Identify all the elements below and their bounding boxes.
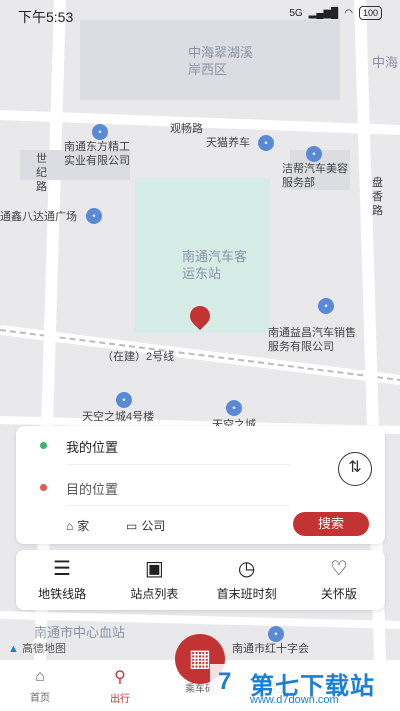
map-label: 南通市中心血站 xyxy=(34,625,126,640)
battery-icon: 100 xyxy=(358,6,382,20)
map-label: 洁帮汽车美容服务部 xyxy=(282,163,348,189)
map-label: 中海 xyxy=(372,55,399,70)
tool-label: 地铁线路 xyxy=(38,586,87,601)
car-pin-icon[interactable]: • xyxy=(318,298,334,314)
route-card: 我的位置 目的位置 ⇅ ⌂ 家 ▭ 公司 搜索 xyxy=(16,426,385,544)
map-label: 天猫养车 xyxy=(206,137,250,149)
home-label: 家 xyxy=(77,519,90,533)
swap-arrows-icon: ⇅ xyxy=(348,459,362,476)
destination-field[interactable]: 目的位置 xyxy=(66,479,118,498)
location-pin-icon: ⚲ xyxy=(114,668,126,686)
status-time: 下午5:53 xyxy=(18,9,74,25)
heart-icon: ♡ xyxy=(329,557,348,580)
search-button[interactable]: 搜索 xyxy=(293,512,369,536)
poi-pin-icon[interactable]: • xyxy=(92,124,108,140)
map-label: 观畅路 xyxy=(170,123,203,135)
status-bar: 下午5:53 5G ▂▄▆█ ◠ 100 xyxy=(0,0,400,30)
tools-bar: ☰ 地铁线路 ▣ 站点列表 ◷ 首末班时刻 ♡ 关怀版 xyxy=(16,550,385,610)
company-shortcut[interactable]: ▭ 公司 xyxy=(126,517,165,534)
sliders-icon: ☰ xyxy=(53,557,72,580)
map-label: 南通市红十字会 xyxy=(232,643,309,655)
divider xyxy=(66,464,290,465)
map-label: 世纪路 xyxy=(36,153,47,193)
signal-label: 5G xyxy=(289,7,303,19)
watermark: 7 第七下载站 www.d7down.com xyxy=(210,664,400,711)
map-label: 盘香路 xyxy=(372,177,383,217)
watermark-logo-icon: 7 xyxy=(218,668,232,695)
status-icons: 5G ▂▄▆█ ◠ 100 xyxy=(289,6,382,20)
nav-label: 出行 xyxy=(110,693,130,705)
tool-care-mode[interactable]: ♡ 关怀版 xyxy=(293,550,385,610)
map-brand-label: 高德地图 xyxy=(21,643,66,655)
poi-pin-icon[interactable]: • xyxy=(116,392,132,408)
nav-travel[interactable]: ⚲ 出行 xyxy=(80,660,160,711)
poi-pin-icon[interactable]: • xyxy=(268,626,284,642)
wifi-icon: ◠ xyxy=(344,7,353,19)
car-pin-icon[interactable]: • xyxy=(306,146,322,162)
map-label: 中海翠湖溪岸西区 xyxy=(188,45,254,77)
divider xyxy=(66,505,290,506)
map-label: 南通益昌汽车销售服务有限公司 xyxy=(268,327,356,353)
tool-label: 站点列表 xyxy=(130,586,179,601)
amap-logo-icon: ▲ xyxy=(8,643,19,655)
tool-first-last-train[interactable]: ◷ 首末班时刻 xyxy=(201,550,293,610)
signal-bars-icon: ▂▄▆█ xyxy=(308,7,339,19)
poi-pin-icon[interactable]: • xyxy=(226,400,242,416)
map-label: 南通汽车客运东站 xyxy=(182,249,248,281)
clock-icon: ◷ xyxy=(237,557,256,580)
poi-pin-icon[interactable]: • xyxy=(86,208,102,224)
nav-home[interactable]: ⌂ 首页 xyxy=(0,660,80,711)
map-label: 南通东方精工实业有限公司 xyxy=(64,141,130,167)
tool-subway-lines[interactable]: ☰ 地铁线路 xyxy=(16,550,108,610)
home-shortcut[interactable]: ⌂ 家 xyxy=(66,517,89,534)
tool-label: 关怀版 xyxy=(320,586,357,601)
origin-field[interactable]: 我的位置 xyxy=(66,437,118,456)
swap-button[interactable]: ⇅ xyxy=(338,452,372,486)
tool-label: 首末班时刻 xyxy=(216,586,277,601)
home-icon: ⌂ xyxy=(66,518,74,533)
tool-station-list[interactable]: ▣ 站点列表 xyxy=(108,550,200,610)
origin-dot-icon xyxy=(40,442,47,449)
destination-dot-icon xyxy=(40,484,47,491)
home-icon: ⌂ xyxy=(35,667,45,685)
map-label: 通鑫八达通广场 xyxy=(0,211,77,223)
car-pin-icon[interactable]: • xyxy=(258,135,274,151)
map-label: 天空之城4号楼 xyxy=(82,411,155,423)
qr-code-icon: ▦ xyxy=(188,645,212,672)
watermark-url: www.d7down.com xyxy=(250,694,339,706)
map-brand: ▲ 高德地图 xyxy=(8,640,66,656)
briefcase-icon: ▭ xyxy=(126,518,138,533)
company-label: 公司 xyxy=(141,519,166,533)
map-label: （在建）2号线 xyxy=(102,351,175,363)
nav-label: 首页 xyxy=(30,692,50,704)
list-frame-icon: ▣ xyxy=(144,557,164,580)
